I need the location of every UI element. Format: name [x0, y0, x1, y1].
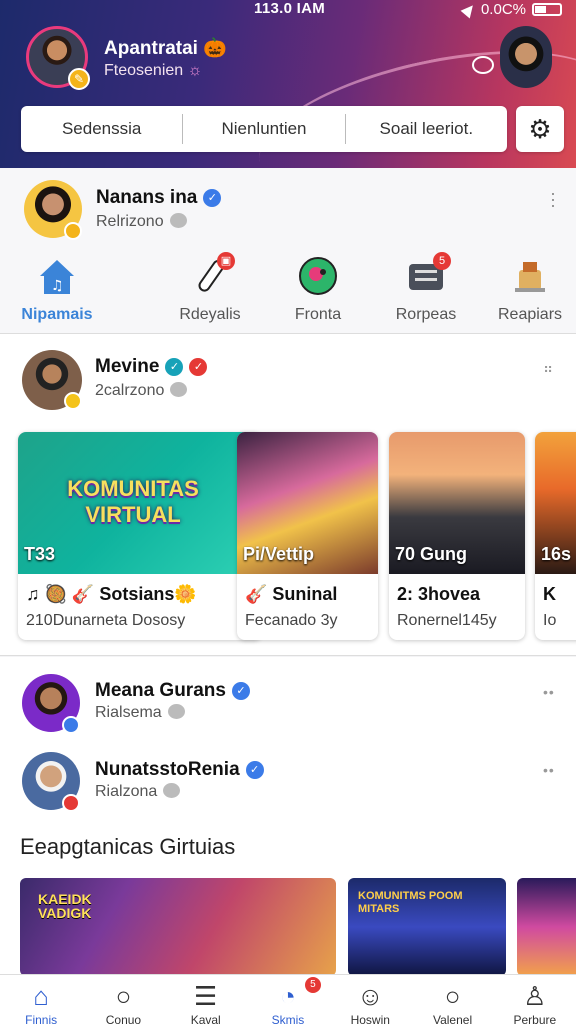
more-icon[interactable]: · · · [550, 184, 556, 214]
verified-icon: ✓ [245, 761, 264, 779]
pencil-badge-icon: ✎ [68, 68, 90, 90]
verified-badge-icon [62, 716, 80, 734]
verified-icon: ✓ [203, 189, 222, 207]
profile-name: Meana Gurans ✓ [95, 680, 250, 702]
search-icon: ○ [444, 981, 461, 1011]
card-overlay: T33 [24, 544, 56, 564]
check-badge-icon [62, 794, 80, 812]
section-heading: Eeapgtanicas Girtuias [20, 834, 236, 859]
segment-tab-2[interactable]: Nienluntien [183, 119, 344, 139]
profile-name: Nanans ina ✓ [96, 187, 222, 209]
location-icon [460, 1, 478, 18]
more-icon[interactable]: •• [543, 684, 555, 700]
verified-icon: ✓ [165, 358, 184, 376]
profile-subtitle: Rialsema [95, 704, 185, 722]
profile-subtitle: Relrizono [96, 213, 187, 231]
card[interactable]: Pi/Vettip 🎸 Suninal Fecanado 3y [237, 432, 378, 640]
svg-text:♫: ♫ [51, 278, 64, 294]
card-title: 2: 3hovea [397, 584, 481, 604]
nav-home[interactable]: ⌂ Finnis [0, 975, 82, 1024]
badge-icon [64, 392, 82, 410]
category-fronta[interactable]: Fronta [268, 256, 368, 324]
home-icon: ⌂ [33, 981, 49, 1011]
status-right: 0.0C% [460, 1, 562, 18]
profile-name: NunatsstoRenia ✓ [95, 759, 264, 781]
card-overlay: 70 Gung [395, 544, 468, 564]
more-icon[interactable]: •• [543, 762, 555, 778]
badge: ▣ [217, 252, 235, 270]
card[interactable]: 70 Gung 2: 3hovea Ronernel145y [389, 432, 525, 640]
verified-icon: ✓ [231, 682, 250, 700]
status-time: 113.0 IAM [254, 0, 326, 17]
card-title: 🎸 Suninal [245, 584, 338, 604]
nav-profile[interactable]: ♙ Perbure [494, 975, 576, 1024]
card-title: K [543, 584, 556, 604]
comment-icon [163, 783, 181, 798]
card[interactable]: KOMUNITAS VIRTUAL T33 ♫ 🥘 🎸 Sotsians🌼 21… [18, 432, 262, 640]
photo-text: KAEIDK VADIGK [38, 891, 92, 921]
photo-card[interactable]: KOMUNITMS POOM MITARS [348, 878, 506, 976]
badge: 5 [304, 977, 321, 993]
smile-icon: ☺ [356, 981, 384, 1011]
segment-tab-3[interactable]: Soail leeriot. [346, 119, 507, 139]
comment-icon [169, 213, 187, 228]
comment-icon [170, 382, 188, 397]
nav-refresh[interactable]: ◔ 5 Skmis [247, 975, 329, 1024]
nav-smile[interactable]: ☺ Hoswin [329, 975, 411, 1024]
card-subtitle: 210Dunarneta Dososy [26, 612, 186, 629]
badge: 5 [433, 252, 451, 270]
category-rorpeas[interactable]: 5 Rorpeas [376, 252, 476, 324]
card-title: ♫ 🥘 🎸 Sotsians🌼 [26, 584, 197, 604]
photo-text: KOMUNITMS POOM MITARS [358, 890, 463, 915]
photo-card[interactable]: KAEIDK VADIGK [20, 878, 336, 976]
card-overlay: Pi/Vettip [243, 544, 315, 564]
chat-icon[interactable] [472, 56, 494, 74]
inbox-icon: 5 [405, 252, 451, 296]
globe-icon [297, 256, 339, 296]
search-icon: ○ [115, 981, 132, 1011]
microphone-icon: ▣ [189, 252, 235, 296]
nav-explore[interactable]: ○ Valenel [411, 975, 493, 1024]
gear-icon[interactable]: ⚙ [516, 106, 564, 152]
user-name: Apantratai 🎃 [104, 38, 227, 59]
nav-list[interactable]: ☰ Kaval [165, 975, 247, 1024]
category-reapiars[interactable]: Reapiars [480, 256, 576, 324]
battery-icon [532, 3, 562, 16]
segment-tab-1[interactable]: Sedenssia [21, 119, 182, 139]
header: 113.0 IAM 0.0C% ✎ Apantratai 🎃 Fteosenie… [0, 0, 576, 168]
home-music-icon: ♫ [36, 256, 78, 296]
person-icon: ♙ [523, 981, 547, 1011]
profile-name: Mevine ✓ ✓ [95, 356, 208, 378]
profile-subtitle: 2calrzono [95, 382, 188, 400]
card-subtitle: Fecanado 3y [245, 612, 338, 629]
nav-search[interactable]: ○ Conuo [82, 975, 164, 1024]
red-badge-icon: ✓ [189, 358, 208, 376]
user-subtitle: Fteosenien ☼ [104, 62, 203, 79]
category-nipamais[interactable]: ♫ Nipamais [7, 256, 107, 324]
photo-card[interactable] [517, 878, 576, 976]
drink-icon [509, 256, 551, 296]
profile-subtitle: Rialzona [95, 783, 181, 801]
card-subtitle: Ronernel145y [397, 612, 497, 629]
card-overlay: 16s [541, 544, 572, 564]
check-badge-icon [64, 222, 82, 240]
status-bar: 113.0 IAM 0.0C% [0, 0, 576, 22]
segment-control: Sedenssia Nienluntien Soail leeriot. [21, 106, 507, 152]
card-image-title: KOMUNITAS VIRTUAL [67, 476, 199, 527]
more-icon[interactable]: ⠶ [543, 360, 554, 377]
comment-icon [167, 704, 185, 719]
friend-avatar[interactable] [500, 26, 552, 88]
bottom-nav: ⌂ Finnis ○ Conuo ☰ Kaval ◔ 5 Skmis ☺ Hos… [0, 974, 576, 1024]
category-rdeyalis[interactable]: ▣ Rdeyalis [160, 252, 260, 324]
battery-percent: 0.0C% [480, 1, 526, 18]
list-icon: ☰ [194, 981, 218, 1011]
card[interactable]: 16s K Io [535, 432, 576, 640]
card-subtitle: Io [543, 612, 557, 629]
